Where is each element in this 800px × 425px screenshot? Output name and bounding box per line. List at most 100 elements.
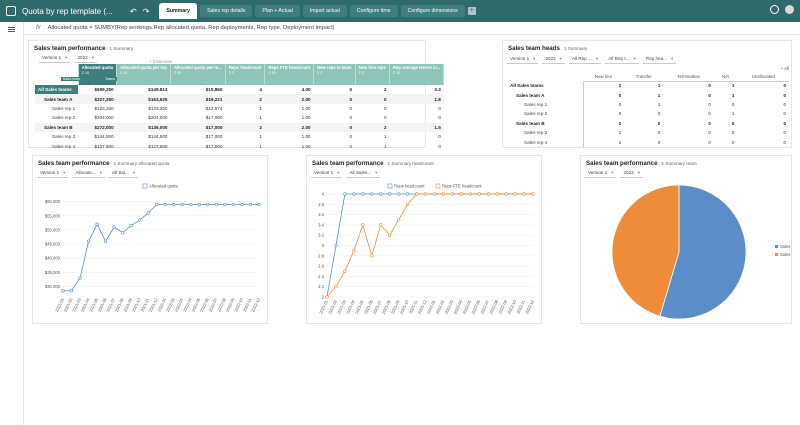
table-row[interactable]: Sales rep 1 $123,250 $123,250 $12,974 1 1.00 0… [35, 104, 444, 113]
table-row[interactable]: Sales rep 3 $144,500 $144,500 $17,000 1 1.00 0… [35, 132, 444, 141]
table-cell[interactable]: 0 [355, 113, 389, 122]
row-label[interactable]: Sales rep 4 [507, 137, 584, 147]
row-label[interactable]: Sales rep 1 [35, 104, 78, 113]
table-cell[interactable]: $599,250 [78, 85, 116, 94]
rep-filter-select[interactable]: All Rep ... ▾ [569, 55, 602, 64]
table-cell[interactable]: $17,000 [170, 132, 225, 141]
menu-icon[interactable] [8, 27, 15, 32]
table-cell[interactable]: 1 [355, 132, 389, 141]
table-cell[interactable]: 1 [583, 128, 624, 137]
table-cell[interactable]: $123,250 [78, 104, 116, 113]
tab-summary[interactable]: Summary [159, 3, 198, 19]
table-cell[interactable]: 0 [663, 90, 714, 99]
table-cell[interactable]: 0 [583, 90, 624, 99]
table-cell[interactable]: 0 [390, 132, 444, 141]
table-cell[interactable]: 0 [390, 104, 444, 113]
version-select[interactable]: Version 1 ▾ [507, 55, 539, 64]
table-row[interactable]: Sales team B20000 [507, 118, 789, 128]
row-label[interactable]: All Sales teams [507, 81, 584, 91]
col-header[interactable]: Termination [663, 72, 714, 82]
table-cell[interactable]: 0 [737, 100, 789, 109]
table-row[interactable]: Sales rep 200010 [507, 109, 789, 119]
all-columns-button[interactable]: + All [781, 66, 789, 71]
table-cell[interactable]: 0 [714, 100, 738, 109]
col-header[interactable]: Allocated quota per rep Σ 10 [116, 64, 171, 85]
col-header[interactable]: New reps in team Σ 2 [313, 64, 356, 85]
version-select[interactable]: Version 1 ▾ [37, 169, 69, 178]
table-row[interactable]: Sales team B $272,000 $136,000 $17,000 2 2.00… [35, 122, 444, 132]
table-cell[interactable]: 0 [314, 141, 355, 150]
tab-configure-time[interactable]: Configure time [349, 5, 398, 17]
col-header[interactable]: Unallocated [737, 72, 789, 82]
table-cell[interactable]: $17,000 [170, 113, 225, 122]
table-cell[interactable]: 2 [225, 94, 265, 104]
row-label[interactable]: Sales rep 1 [507, 99, 584, 110]
table-cell[interactable]: 0 [737, 128, 789, 137]
row-label[interactable]: Sales rep 2 [35, 113, 78, 122]
table-cell[interactable]: 0 [663, 109, 714, 118]
table-cell[interactable]: 0 [313, 94, 356, 104]
row-label[interactable]: Sales team B [35, 122, 79, 132]
table-cell[interactable]: 2.00 [264, 122, 314, 132]
table-cell[interactable]: 0 [313, 122, 356, 132]
table-cell[interactable]: 0 [714, 137, 738, 146]
year-select[interactable]: 2022 ▾ [542, 55, 566, 64]
table-cell[interactable]: 1.00 [265, 104, 314, 113]
version-select[interactable]: Version 1 ▾ [39, 54, 71, 63]
row-label[interactable]: Sales rep 4 [35, 141, 78, 150]
table-cell[interactable]: 1.00 [265, 113, 314, 122]
table-cell[interactable]: 1.00 [265, 141, 314, 150]
table-cell[interactable]: 0 [314, 104, 355, 113]
table-cell[interactable]: 0 [624, 128, 663, 137]
table-cell[interactable]: 1 [225, 141, 265, 150]
table-cell[interactable]: 1.00 [265, 132, 314, 141]
row-label[interactable]: All Sales teams [35, 85, 79, 95]
col-header[interactable]: New hire reps Σ 2 [355, 64, 391, 85]
table-cell[interactable]: 0 [314, 132, 355, 141]
col-header[interactable]: Reps FTE headcount Σ 10 [264, 64, 315, 85]
table-cell[interactable]: 1 [225, 132, 265, 141]
table-cell[interactable]: $15,860 [170, 85, 225, 94]
table-cell[interactable]: 0 [583, 109, 624, 118]
tab-import-actual[interactable]: Import actual [302, 5, 347, 17]
table-row[interactable]: Sales rep 4 $127,500 $127,500 $17,000 1 1.00 0… [35, 141, 444, 150]
table-cell[interactable]: 0 [314, 113, 355, 122]
team-select[interactable]: All Sales... ▾ [346, 169, 381, 178]
table-cell[interactable]: $17,000 [170, 122, 226, 132]
tab-sales-rep-details[interactable]: Sales rep details [200, 5, 253, 17]
table-cell[interactable]: $163,625 [116, 94, 171, 104]
year-select[interactable]: 2022 ▾ [620, 169, 644, 178]
table-cell[interactable]: 0 [314, 85, 355, 94]
table-cell[interactable]: $17,000 [170, 141, 225, 150]
col-header[interactable]: New hire [583, 72, 625, 82]
help-icon[interactable] [770, 5, 779, 14]
table-cell[interactable]: 2 [583, 119, 624, 128]
col-header[interactable]: N/A [713, 72, 738, 82]
table-cell[interactable]: 1 [225, 104, 265, 113]
table-cell[interactable]: 2 [583, 81, 624, 90]
rep-type-select[interactable]: All Rep t... ▾ [605, 55, 639, 64]
table-cell[interactable]: 1 [624, 81, 663, 90]
table-cell[interactable]: 3.3 [390, 85, 444, 94]
row-label[interactable]: Sales rep 2 [507, 109, 584, 119]
table-cell[interactable]: $327,250 [78, 94, 117, 104]
table-cell[interactable]: 0 [390, 141, 444, 150]
table-row[interactable]: Sales rep 310000 [507, 127, 789, 138]
table-cell[interactable]: 0 [663, 128, 714, 137]
table-cell[interactable]: 0 [737, 109, 789, 118]
table-cell[interactable]: $144,500 [78, 132, 116, 141]
formula-input[interactable]: Allocated quota = SUMBY(Rep workings.Rep… [48, 25, 335, 31]
table-cell[interactable]: 0 [663, 81, 714, 90]
table-row[interactable]: All Sales teams $599,250 $149,813 $15,860 4 4… [35, 85, 444, 95]
table-cell[interactable]: 1 [355, 141, 389, 150]
table-cell[interactable]: 2 [355, 122, 390, 132]
table-cell[interactable]: 0 [737, 90, 789, 99]
table-cell[interactable]: 0 [663, 137, 714, 146]
table-row[interactable]: All Sales teams 2 1 0 1 0 [507, 81, 789, 91]
table-cell[interactable]: $127,500 [78, 141, 116, 150]
metric-select[interactable]: Allocate... ▾ [72, 169, 105, 178]
col-header[interactable]: Rep average tenure in... Σ 10 [389, 64, 445, 85]
table-cell[interactable]: 1 [714, 109, 738, 118]
table-cell[interactable]: 0 [390, 113, 444, 122]
table-cell[interactable]: 0 [355, 104, 389, 113]
